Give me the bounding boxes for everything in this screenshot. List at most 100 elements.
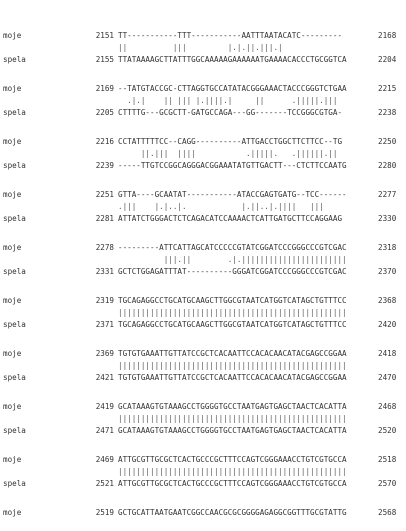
end-position: 2368 [378,296,397,305]
sequence-name: spela [3,161,26,170]
end-position: 2250 [378,137,397,146]
match-symbols: ||.||| |||| .|||||. .||||||.|| [118,149,338,158]
alignment-block: moje 2519 GCTGCATTAATGAATCGGCCAACGCGCGGGGA… [0,507,406,531]
alignment-row-seq-top: moje 2419 GCATAAAGTGTAAAGCCTGGGGTGCCTAATGA… [0,401,406,413]
alignment-row-seq-top: moje 2216 CCTATTTTTCC--CAGG----------ATTGA… [0,136,406,148]
sequence-name: moje [3,455,22,464]
sequence-name: spela [3,320,26,329]
start-position: 2519 [95,508,114,517]
alignment-row-seq-top: moje 2469 ATTGCGTTGCGCTCACTGCCCGCTTTCCAGTC… [0,454,406,466]
start-position: 2239 [95,161,114,170]
end-position: 2520 [378,426,397,435]
sequence-name: spela [3,108,26,117]
alignment-row-seq-bottom: spela 2331 GCTCTGGAGATTTAT----------GGGATC… [0,266,406,278]
start-position: 2371 [95,320,114,329]
start-position: 2251 [95,190,114,199]
sequence-name: spela [3,373,26,382]
alignment-row-seq-bottom: spela 2281 ATTATCTGGGACTCTCAGACATCCAAAACTC… [0,213,406,225]
sequence-name: moje [3,402,22,411]
alignment-row-seq-top: moje 2369 TGTGTGAAATTGTTATCCGCTCACAATTCCAC… [0,348,406,360]
end-position: 2277 [378,190,397,199]
sequence-text: ATTGCGTTGCGCTCACTGCCCGCTTTCCAGTCGGGAAACC… [118,455,347,464]
start-position: 2419 [95,402,114,411]
match-symbols: ||||||||||||||||||||||||||||||||||||||||… [118,361,347,370]
alignment-block: moje 2319 TGCAGAGGCCTGCATGCAAGCTTGGCGTAATC… [0,295,406,331]
sequence-name: spela [3,214,26,223]
alignment-row-seq-bottom: spela 2521 ATTGCGTTGCGCTCACTGCCCGCTTTCCAGT… [0,478,406,490]
match-symbols: || ||| |.|.||.|||.| [118,43,283,52]
match-line: |||.|| .|.||||||||||||||||||||||| [0,254,406,266]
end-position: 2215 [378,84,397,93]
sequence-text: GTTA----GCAATAT-----------ATACCGAGTGATG-… [118,190,347,199]
alignment-row-seq-top: moje 2519 GCTGCATTAATGAATCGGCCAACGCGCGGGGA… [0,507,406,519]
start-position: 2331 [95,267,114,276]
sequence-text: GCATAAAGTGTAAAGCCTGGGGTGCCTAATGAGTGAGCTA… [118,426,347,435]
start-position: 2169 [95,84,114,93]
start-position: 2469 [95,455,114,464]
sequence-text: TTATAAAAGCTTATTTGGCAAAAAGAAAAAATGAAAACAC… [118,55,347,64]
start-position: 2421 [95,373,114,382]
match-line: ||.||| |||| .|||||. .||||||.|| [0,148,406,160]
end-position: 2570 [378,479,397,488]
sequence-text: GCTGCATTAATGAATCGGCCAACGCGCGGGGAGAGGCGGT… [118,508,347,517]
sequence-text: GCATAAAGTGTAAAGCCTGGGGTGCCTAATGAGTGAGCTA… [118,402,347,411]
sequence-name: moje [3,190,22,199]
match-symbols: |||.|| .|.||||||||||||||||||||||| [118,255,347,264]
sequence-text: CTTTTG---GCGCTT-GATGCCAGA---GG-------TCC… [118,108,343,117]
alignment-block: moje 2216 CCTATTTTTCC--CAGG----------ATTGA… [0,136,406,172]
sequence-text: --TATGTACCGC-CTTAGGTGCCATATACGGGAAACTACC… [118,84,347,93]
sequence-name: moje [3,31,22,40]
sequence-text: ---------ATTCATTAGCATCCCCCGTATCGGATCCCGG… [118,243,347,252]
alignment-block: moje 2419 GCATAAAGTGTAAAGCCTGGGGTGCCTAATGA… [0,401,406,437]
match-symbols: ||||||||||||||||||||||||||||||||||||||||… [118,467,347,476]
sequence-alignment: spela2105CTGTTGAAGAAGACAAGAATATGATCGATGA… [0,0,406,531]
sequence-name: moje [3,508,22,517]
sequence-text: TGCAGAGGCCTGCATGCAAGCTTGGCGTAATCATGGTCAT… [118,296,347,305]
alignment-row-seq-bottom: spela 2421 TGTGTGAAATTGTTATCCGCTCACAATTCCA… [0,372,406,384]
alignment-row-seq-bottom: spela 2471 GCATAAAGTGTAAAGCCTGGGGTGCCTAATG… [0,425,406,437]
alignment-block: moje 2369 TGTGTGAAATTGTTATCCGCTCACAATTCCAC… [0,348,406,384]
alignment-block: spela2105CTGTTGAAGAAGACAAGAATATGATCGATGA… [0,0,406,13]
match-line: || ||| |.|.||.|||.| [0,42,406,54]
match-line [0,1,406,13]
end-position: 2280 [378,161,397,170]
sequence-text: TGTGTGAAATTGTTATCCGCTCACAATTCCACACAACATA… [118,349,347,358]
alignment-row-seq-top: moje 2251 GTTA----GCAATAT-----------ATACCG… [0,189,406,201]
end-position: 2518 [378,455,397,464]
end-position: 2318 [378,243,397,252]
alignment-block: moje 2251 GTTA----GCAATAT-----------ATACCG… [0,189,406,225]
end-position: 2330 [378,214,397,223]
match-line: .|.| || ||| |.||||.| || .|||||.||| [0,95,406,107]
sequence-name: spela [3,55,26,64]
sequence-text: CCTATTTTTCC--CAGG----------ATTGACCTGGCTT… [118,137,343,146]
start-position: 2281 [95,214,114,223]
alignment-row-seq-top: moje 2319 TGCAGAGGCCTGCATGCAAGCTTGGCGTAATC… [0,295,406,307]
alignment-row-seq-bottom: spela 2239 -----TTGTCCGGCAGGGACGGAAATATGTT… [0,160,406,172]
end-position: 2470 [378,373,397,382]
sequence-text: TGCAGAGGCCTGCATGCAAGCTTGGCGTAATCATGGTCAT… [118,320,347,329]
match-line: ||||||||||||||||||||||||||||||||||||||||… [0,307,406,319]
alignment-row-seq-top: moje 2151 TT-----------TTT-----------AATTT… [0,30,406,42]
end-position: 2370 [378,267,397,276]
sequence-name: moje [3,137,22,146]
alignment-block: moje 2151 TT-----------TTT-----------AATTT… [0,30,406,66]
start-position: 2155 [95,55,114,64]
match-symbols: ||||||||||||||||||||||||||||||||||||||||… [118,414,347,423]
start-position: 2521 [95,479,114,488]
alignment-block: moje 2469 ATTGCGTTGCGCTCACTGCCCGCTTTCCAGTC… [0,454,406,490]
start-position: 2216 [95,137,114,146]
start-position: 2319 [95,296,114,305]
alignment-row-seq-bottom: spela 2371 TGCAGAGGCCTGCATGCAAGCTTGGCGTAAT… [0,319,406,331]
sequence-name: moje [3,349,22,358]
end-position: 2418 [378,349,397,358]
match-line: ||||||||||||||||||||||||||||||||||||||||… [0,360,406,372]
match-line [0,519,406,531]
alignment-block: moje 2169 --TATGTACCGC-CTTAGGTGCCATATACGGG… [0,83,406,119]
